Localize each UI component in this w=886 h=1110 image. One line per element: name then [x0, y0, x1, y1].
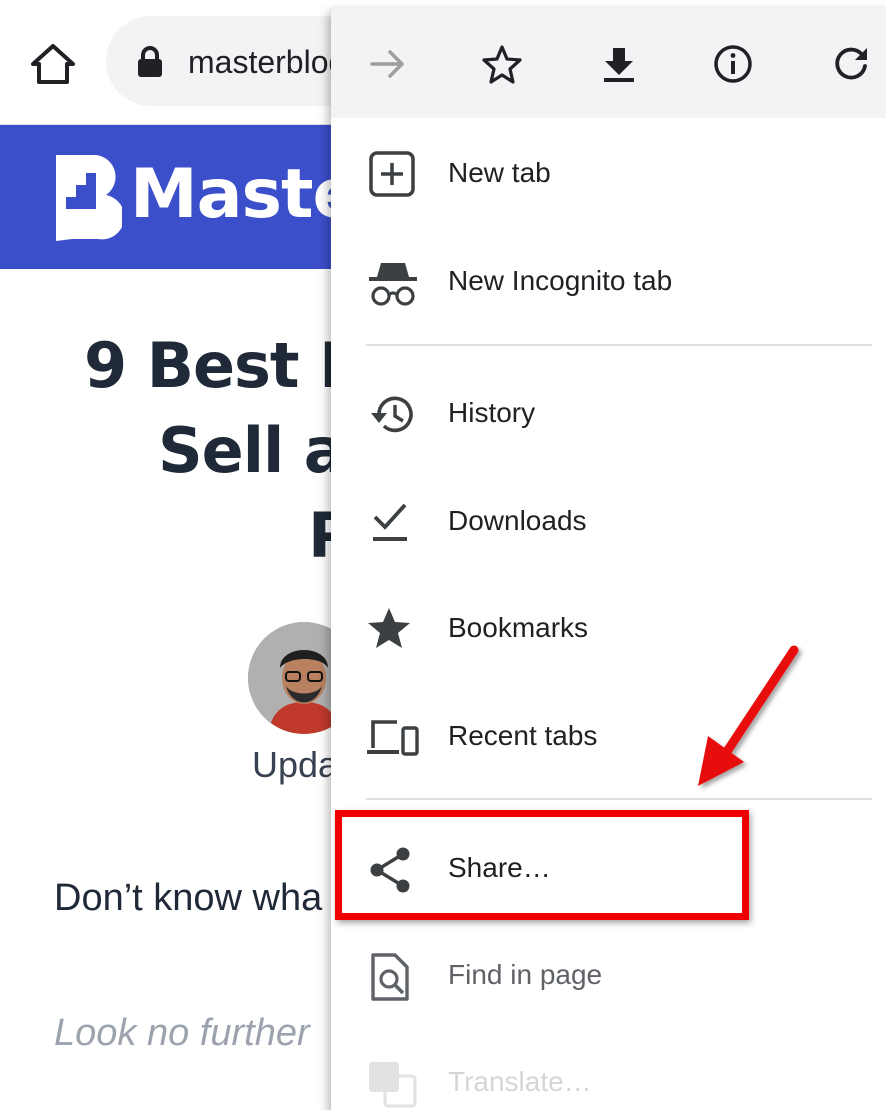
intro-paragraph: Don’t know wha: [54, 877, 323, 919]
menu-item-label: Bookmarks: [448, 612, 589, 643]
menu-item-translate[interactable]: Translate…: [331, 1030, 886, 1110]
menu-item-label: Find in page: [448, 959, 603, 990]
intro-quote: Look no further: [54, 1012, 310, 1054]
forward-icon[interactable]: [368, 44, 408, 84]
download-icon[interactable]: [599, 44, 639, 84]
menu-action-bar: [331, 8, 886, 118]
menu-item-label: New Incognito tab: [448, 265, 673, 296]
bookmark-star-icon[interactable]: [482, 44, 522, 84]
overflow-menu: New tab New Incognito tab History Downlo…: [331, 8, 886, 1110]
article-title-line-1: 9 Best D: [84, 329, 371, 402]
incognito-icon: [367, 259, 419, 307]
downloads-icon: [367, 499, 419, 547]
menu-item-new-incognito-tab[interactable]: New Incognito tab: [331, 229, 886, 333]
menu-divider: [366, 344, 872, 346]
annotation-arrow-icon: [680, 640, 820, 800]
menu-item-find-in-page[interactable]: Find in page: [331, 923, 886, 1027]
star-icon: [367, 606, 419, 654]
devices-icon: [367, 714, 419, 762]
find-in-page-icon: [367, 953, 419, 1001]
site-logo-icon[interactable]: [50, 153, 125, 243]
new-tab-icon: [367, 151, 419, 199]
translate-icon: [367, 1060, 419, 1108]
updated-date-text: Upda: [252, 744, 339, 785]
menu-item-label: History: [448, 397, 536, 428]
menu-item-downloads[interactable]: Downloads: [331, 469, 886, 573]
menu-item-label: Translate…: [448, 1066, 592, 1097]
menu-item-history[interactable]: History: [331, 361, 886, 465]
menu-item-label: New tab: [448, 157, 551, 188]
menu-item-label: Downloads: [448, 505, 587, 536]
menu-item-label: Recent tabs: [448, 720, 598, 751]
lock-icon: [136, 46, 164, 78]
history-icon: [367, 391, 419, 439]
url-text: masterblog: [188, 44, 347, 80]
reload-icon[interactable]: [831, 44, 871, 84]
home-icon[interactable]: [28, 40, 78, 88]
page-info-icon[interactable]: [713, 44, 753, 84]
share-highlight-box: [335, 810, 749, 920]
menu-item-new-tab[interactable]: New tab: [331, 121, 886, 225]
